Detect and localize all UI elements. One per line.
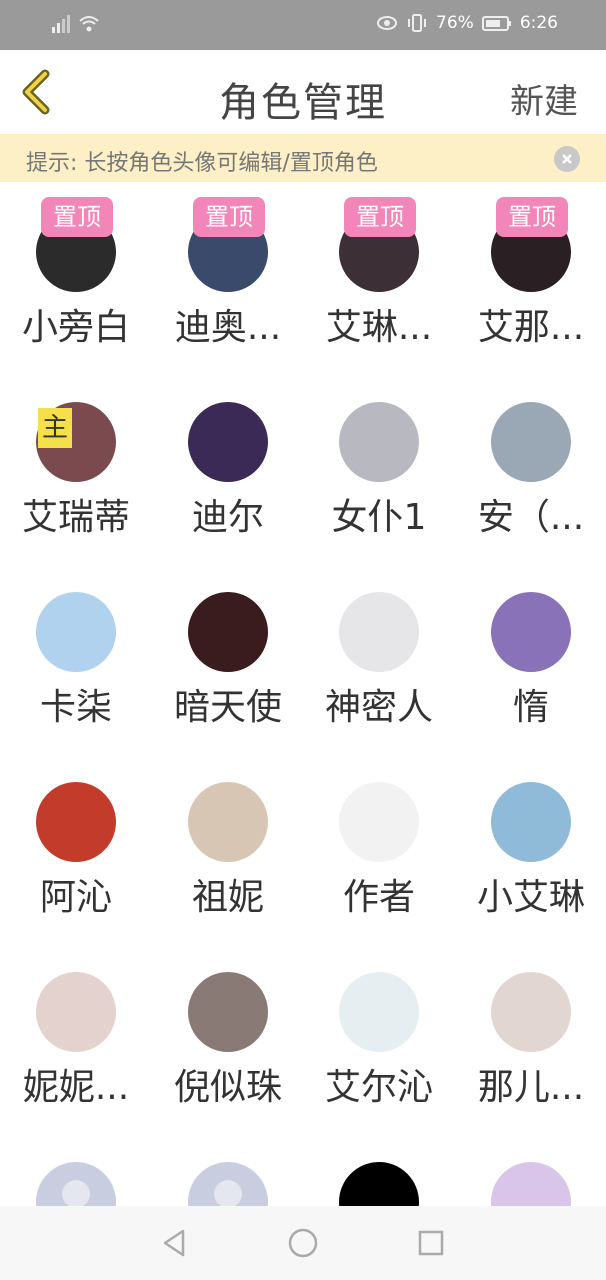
- character-card[interactable]: 安（...: [455, 372, 606, 560]
- close-icon: [562, 154, 572, 164]
- character-avatar[interactable]: [188, 972, 268, 1052]
- cell-signal-icon: [50, 13, 72, 35]
- character-name: 女仆1: [331, 497, 427, 538]
- character-name: 神密人: [324, 687, 433, 728]
- character-card[interactable]: 那儿...: [455, 942, 606, 1130]
- character-card[interactable]: 倪似珠: [152, 942, 304, 1130]
- character-avatar[interactable]: [339, 972, 419, 1052]
- character-card[interactable]: [152, 1132, 304, 1206]
- person-silhouette-icon: [214, 1180, 242, 1206]
- default-avatar[interactable]: [188, 1162, 268, 1206]
- character-avatar[interactable]: [491, 592, 571, 672]
- character-card[interactable]: 惰: [455, 562, 606, 750]
- character-name: 妮妮...: [22, 1067, 130, 1108]
- character-name: 卡柒: [39, 687, 112, 728]
- tip-banner: 提示: 长按角色头像可编辑/置顶角色: [0, 134, 606, 182]
- pinned-badge: 置顶: [344, 197, 416, 237]
- character-card[interactable]: 小艾琳: [455, 752, 606, 940]
- wifi-icon: [78, 13, 100, 35]
- status-bar: 76% 6:26: [0, 0, 606, 50]
- character-card[interactable]: 神密人: [303, 562, 455, 750]
- character-name: 艾琳...: [325, 307, 433, 348]
- character-name: 惰: [512, 687, 549, 728]
- character-name: 艾瑞蒂: [21, 497, 130, 538]
- app-bar: 角色管理 新建: [0, 50, 606, 134]
- character-name: 小旁白: [21, 307, 130, 348]
- character-card[interactable]: 主艾瑞蒂: [0, 372, 152, 560]
- character-card[interactable]: 置顶艾那...: [455, 182, 606, 370]
- character-card[interactable]: 暗天使: [152, 562, 304, 750]
- character-avatar[interactable]: [339, 1162, 419, 1206]
- character-name: 倪似珠: [173, 1067, 282, 1108]
- battery-percent: 76%: [436, 13, 474, 33]
- character-card[interactable]: 女仆1: [303, 372, 455, 560]
- vibrate-icon: [406, 12, 428, 34]
- character-avatar[interactable]: [36, 972, 116, 1052]
- character-card[interactable]: 卡柒: [0, 562, 152, 750]
- character-name: 迪奥...: [174, 307, 282, 348]
- nav-back-button[interactable]: [156, 1225, 192, 1261]
- clock: 6:26: [519, 13, 558, 33]
- square-recents-icon: [418, 1230, 444, 1256]
- character-avatar[interactable]: [36, 782, 116, 862]
- character-card[interactable]: 妮妮...: [0, 942, 152, 1130]
- character-card[interactable]: 艾尔沁: [303, 942, 455, 1130]
- status-right: 76% 6:26: [376, 12, 558, 34]
- battery-icon: [481, 12, 512, 34]
- main-character-badge: 主: [38, 408, 72, 448]
- character-avatar[interactable]: [188, 782, 268, 862]
- character-name: 小艾琳: [476, 877, 585, 918]
- character-card[interactable]: 祖妮: [152, 752, 304, 940]
- character-card[interactable]: [455, 1132, 606, 1206]
- character-card[interactable]: [0, 1132, 152, 1206]
- pinned-badge: 置顶: [41, 197, 113, 237]
- character-name: 安（...: [477, 497, 585, 538]
- character-avatar[interactable]: [188, 402, 268, 482]
- nav-recents-button[interactable]: [413, 1225, 449, 1261]
- character-avatar[interactable]: [339, 402, 419, 482]
- character-grid: 置顶 小旁白 置顶 迪奥... 置顶 艾琳... 置顶 艾那... 主艾瑞蒂 迪尔 女仆1 安（...…: [0, 182, 606, 1206]
- default-avatar[interactable]: [36, 1162, 116, 1206]
- tip-text: 提示: 长按角色头像可编辑/置顶角色: [26, 151, 378, 176]
- new-character-button[interactable]: 新建: [510, 74, 578, 123]
- character-avatar[interactable]: [339, 592, 419, 672]
- character-avatar[interactable]: [188, 592, 268, 672]
- character-card[interactable]: 置顶迪奥...: [152, 182, 304, 370]
- character-avatar[interactable]: [36, 592, 116, 672]
- character-avatar[interactable]: [491, 1162, 571, 1206]
- character-name: 祖妮: [191, 877, 264, 918]
- circle-home-icon: [288, 1228, 318, 1258]
- character-card[interactable]: [303, 1132, 455, 1206]
- character-card[interactable]: 迪尔: [152, 372, 304, 560]
- character-avatar[interactable]: [491, 782, 571, 862]
- character-avatar[interactable]: [491, 402, 571, 482]
- triangle-back-icon: [163, 1229, 185, 1257]
- system-nav-bar: [0, 1206, 606, 1280]
- nav-home-button[interactable]: [285, 1225, 321, 1261]
- pinned-badge: 置顶: [496, 197, 568, 237]
- tip-close-button[interactable]: [554, 146, 580, 172]
- character-name: 迪尔: [191, 497, 264, 538]
- character-name: 阿沁: [39, 877, 112, 918]
- status-left: [50, 13, 100, 35]
- character-name: 那儿...: [477, 1067, 585, 1108]
- character-card[interactable]: 阿沁: [0, 752, 152, 940]
- character-avatar[interactable]: [491, 972, 571, 1052]
- character-avatar[interactable]: [339, 782, 419, 862]
- character-card[interactable]: 置顶 小旁白: [0, 182, 152, 370]
- character-name: 艾那...: [477, 307, 585, 348]
- character-card[interactable]: 作者: [303, 752, 455, 940]
- character-name: 暗天使: [173, 687, 282, 728]
- eye-icon: [376, 12, 398, 34]
- pinned-badge: 置顶: [193, 197, 265, 237]
- person-silhouette-icon: [62, 1180, 90, 1206]
- character-name: 作者: [342, 877, 415, 918]
- character-card[interactable]: 置顶艾琳...: [303, 182, 455, 370]
- character-name: 艾尔沁: [324, 1067, 433, 1108]
